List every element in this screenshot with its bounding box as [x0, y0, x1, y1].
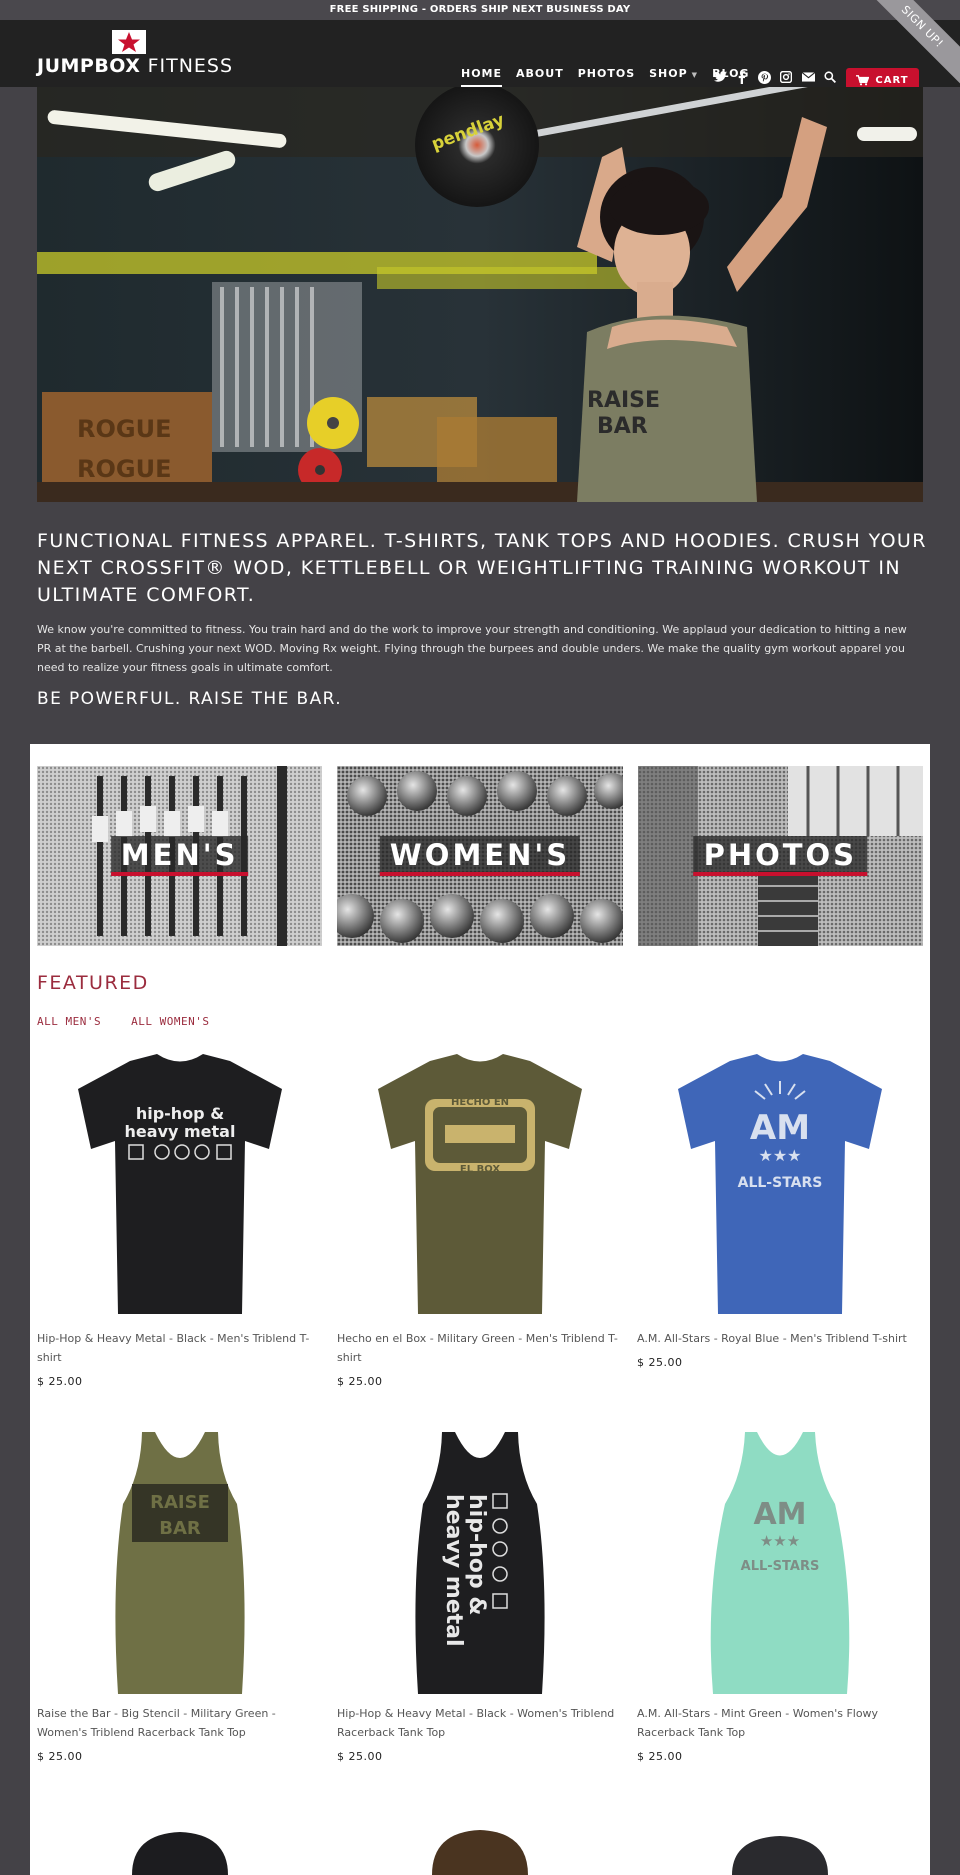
product-name[interactable]: Hip-Hop & Heavy Metal - Black - Men's Tr… [37, 1329, 323, 1367]
product-name[interactable]: Hip-Hop & Heavy Metal - Black - Women's … [337, 1704, 623, 1742]
product-card[interactable]: AM ★★★ ALL-STARS A.M. All-Stars - Mint G… [637, 1424, 923, 1763]
nav-photos[interactable]: PHOTOS [578, 67, 635, 86]
product-image[interactable]: hip-hop & heavy metal [37, 1049, 323, 1329]
signup-ribbon-label: SIGN UP! [872, 0, 960, 86]
tshirt-image: hip-hop & heavy metal [78, 1054, 282, 1314]
product-card[interactable]: hip-hop & heavy metal Hip-Hop & Heavy Me… [37, 1049, 323, 1388]
product-image[interactable]: HECHO EN EL BOX [337, 1049, 623, 1329]
cart-icon [856, 74, 870, 85]
product-price: $ 25.00 [637, 1750, 683, 1763]
social-icons [713, 70, 837, 85]
svg-text:★★★: ★★★ [758, 1146, 801, 1165]
tagline: BE POWERFUL. RAISE THE BAR. [37, 689, 343, 709]
tshirt-image: HECHO EN EL BOX [378, 1054, 582, 1314]
svg-text:EL BOX: EL BOX [460, 1164, 500, 1175]
tshirt-image: AM ★★★ ALL-STARS [678, 1054, 882, 1314]
link-all-womens[interactable]: ALL WOMEN'S [131, 1015, 209, 1028]
product-price: $ 25.00 [37, 1375, 83, 1388]
svg-text:AM: AM [750, 1108, 810, 1148]
hero-image: ROGUE ROGUE pendlay RAISE BAR [37, 87, 923, 502]
svg-text:BAR: BAR [597, 414, 648, 439]
hat-images [132, 1830, 828, 1875]
svg-text:ROGUE: ROGUE [77, 415, 171, 443]
tank-top-image: RAISE BAR [115, 1432, 245, 1694]
svg-text:★★★: ★★★ [760, 1532, 800, 1550]
svg-text:ALL-STARS: ALL-STARS [738, 1175, 823, 1191]
facebook-icon[interactable] [735, 71, 749, 85]
nav-shop[interactable]: SHOP ▼ [649, 67, 698, 86]
svg-text:hip-hop &: hip-hop & [136, 1104, 224, 1123]
featured-title: FEATURED [37, 972, 149, 994]
logo-text: JUMPBOX FITNESS [37, 55, 233, 77]
pinterest-icon[interactable] [757, 71, 771, 85]
svg-text:heavy metal: heavy metal [125, 1122, 236, 1141]
svg-text:heavy metal: heavy metal [441, 1494, 466, 1647]
collection-mens[interactable]: MEN'S [37, 766, 323, 946]
intro-body: We know you're committed to fitness. You… [37, 623, 907, 674]
svg-text:HECHO EN: HECHO EN [451, 1097, 509, 1108]
product-image[interactable]: AM ★★★ ALL-STARS [637, 1424, 923, 1704]
product-card[interactable]: RAISE BAR Raise the Bar - Big Stencil - … [37, 1424, 323, 1763]
tank-top-image: hip-hop & heavy metal [415, 1432, 545, 1694]
site-header: JUMPBOX FITNESS HOME ABOUT PHOTOS SHOP ▼ … [0, 20, 960, 92]
product-image[interactable]: AM ★★★ ALL-STARS [637, 1049, 923, 1329]
svg-text:RAISE: RAISE [587, 388, 660, 413]
svg-text:hip-hop &: hip-hop & [464, 1494, 489, 1615]
nav-home[interactable]: HOME [461, 67, 503, 88]
hero-photo: ROGUE ROGUE pendlay RAISE BAR [37, 87, 923, 502]
link-all-mens[interactable]: ALL MEN'S [37, 1015, 101, 1028]
product-name[interactable]: A.M. All-Stars - Royal Blue - Men's Trib… [637, 1329, 923, 1348]
collection-photos[interactable]: PHOTOS [637, 766, 923, 946]
featured-links: ALL MEN'S ALL WOMEN'S [37, 1015, 209, 1028]
product-row-partial [37, 1824, 923, 1875]
product-image[interactable]: RAISE BAR [37, 1424, 323, 1704]
promo-bar: FREE SHIPPING - ORDERS SHIP NEXT BUSINES… [0, 0, 960, 20]
product-price: $ 25.00 [37, 1750, 83, 1763]
svg-text:RAISE: RAISE [150, 1492, 210, 1513]
svg-text:ALL-STARS: ALL-STARS [741, 1559, 820, 1574]
product-card[interactable]: AM ★★★ ALL-STARS A.M. All-Stars - Royal … [637, 1049, 923, 1369]
product-price: $ 25.00 [337, 1375, 383, 1388]
product-price: $ 25.00 [637, 1356, 683, 1369]
site-logo[interactable]: JUMPBOX FITNESS [37, 30, 233, 77]
svg-text:AM: AM [753, 1497, 806, 1532]
tank-top-image: AM ★★★ ALL-STARS [710, 1432, 850, 1694]
product-image[interactable]: hip-hop & heavy metal [337, 1424, 623, 1704]
email-icon[interactable] [801, 71, 815, 85]
svg-text:BAR: BAR [159, 1518, 201, 1539]
product-card[interactable]: hip-hop & heavy metal Hip-Hop & Heavy Me… [337, 1424, 623, 1763]
instagram-icon[interactable] [779, 70, 793, 85]
svg-text:ROGUE: ROGUE [77, 455, 171, 483]
collection-grid: MEN'S WOMEN'S PHOTOS [37, 766, 923, 946]
product-name[interactable]: A.M. All-Stars - Mint Green - Women's Fl… [637, 1704, 923, 1742]
content-panel: MEN'S WOMEN'S PHOTOS FEATURED ALL MEN'S … [30, 744, 930, 1875]
collection-photos-label: PHOTOS [693, 836, 868, 876]
product-price: $ 25.00 [337, 1750, 383, 1763]
logo-text-bold: JUMPBOX [37, 55, 141, 77]
collection-womens-label: WOMEN'S [379, 836, 581, 876]
product-card[interactable]: HECHO EN EL BOX Hecho en el Box - Milita… [337, 1049, 623, 1388]
intro-title: FUNCTIONAL FITNESS APPAREL. T-SHIRTS, TA… [37, 530, 927, 606]
logo-star-icon [112, 30, 147, 54]
nav-shop-label: SHOP [649, 67, 688, 80]
collection-womens[interactable]: WOMEN'S [337, 766, 623, 946]
signup-ribbon[interactable]: SIGN UP! [872, 0, 960, 88]
chevron-down-icon: ▼ [691, 71, 699, 79]
nav-about[interactable]: ABOUT [516, 67, 564, 86]
search-icon[interactable] [823, 71, 837, 85]
product-name[interactable]: Hecho en el Box - Military Green - Men's… [337, 1329, 623, 1367]
twitter-icon[interactable] [713, 71, 727, 85]
logo-text-thin: FITNESS [147, 55, 234, 77]
product-name[interactable]: Raise the Bar - Big Stencil - Military G… [37, 1704, 323, 1742]
collection-mens-label: MEN'S [110, 836, 249, 876]
